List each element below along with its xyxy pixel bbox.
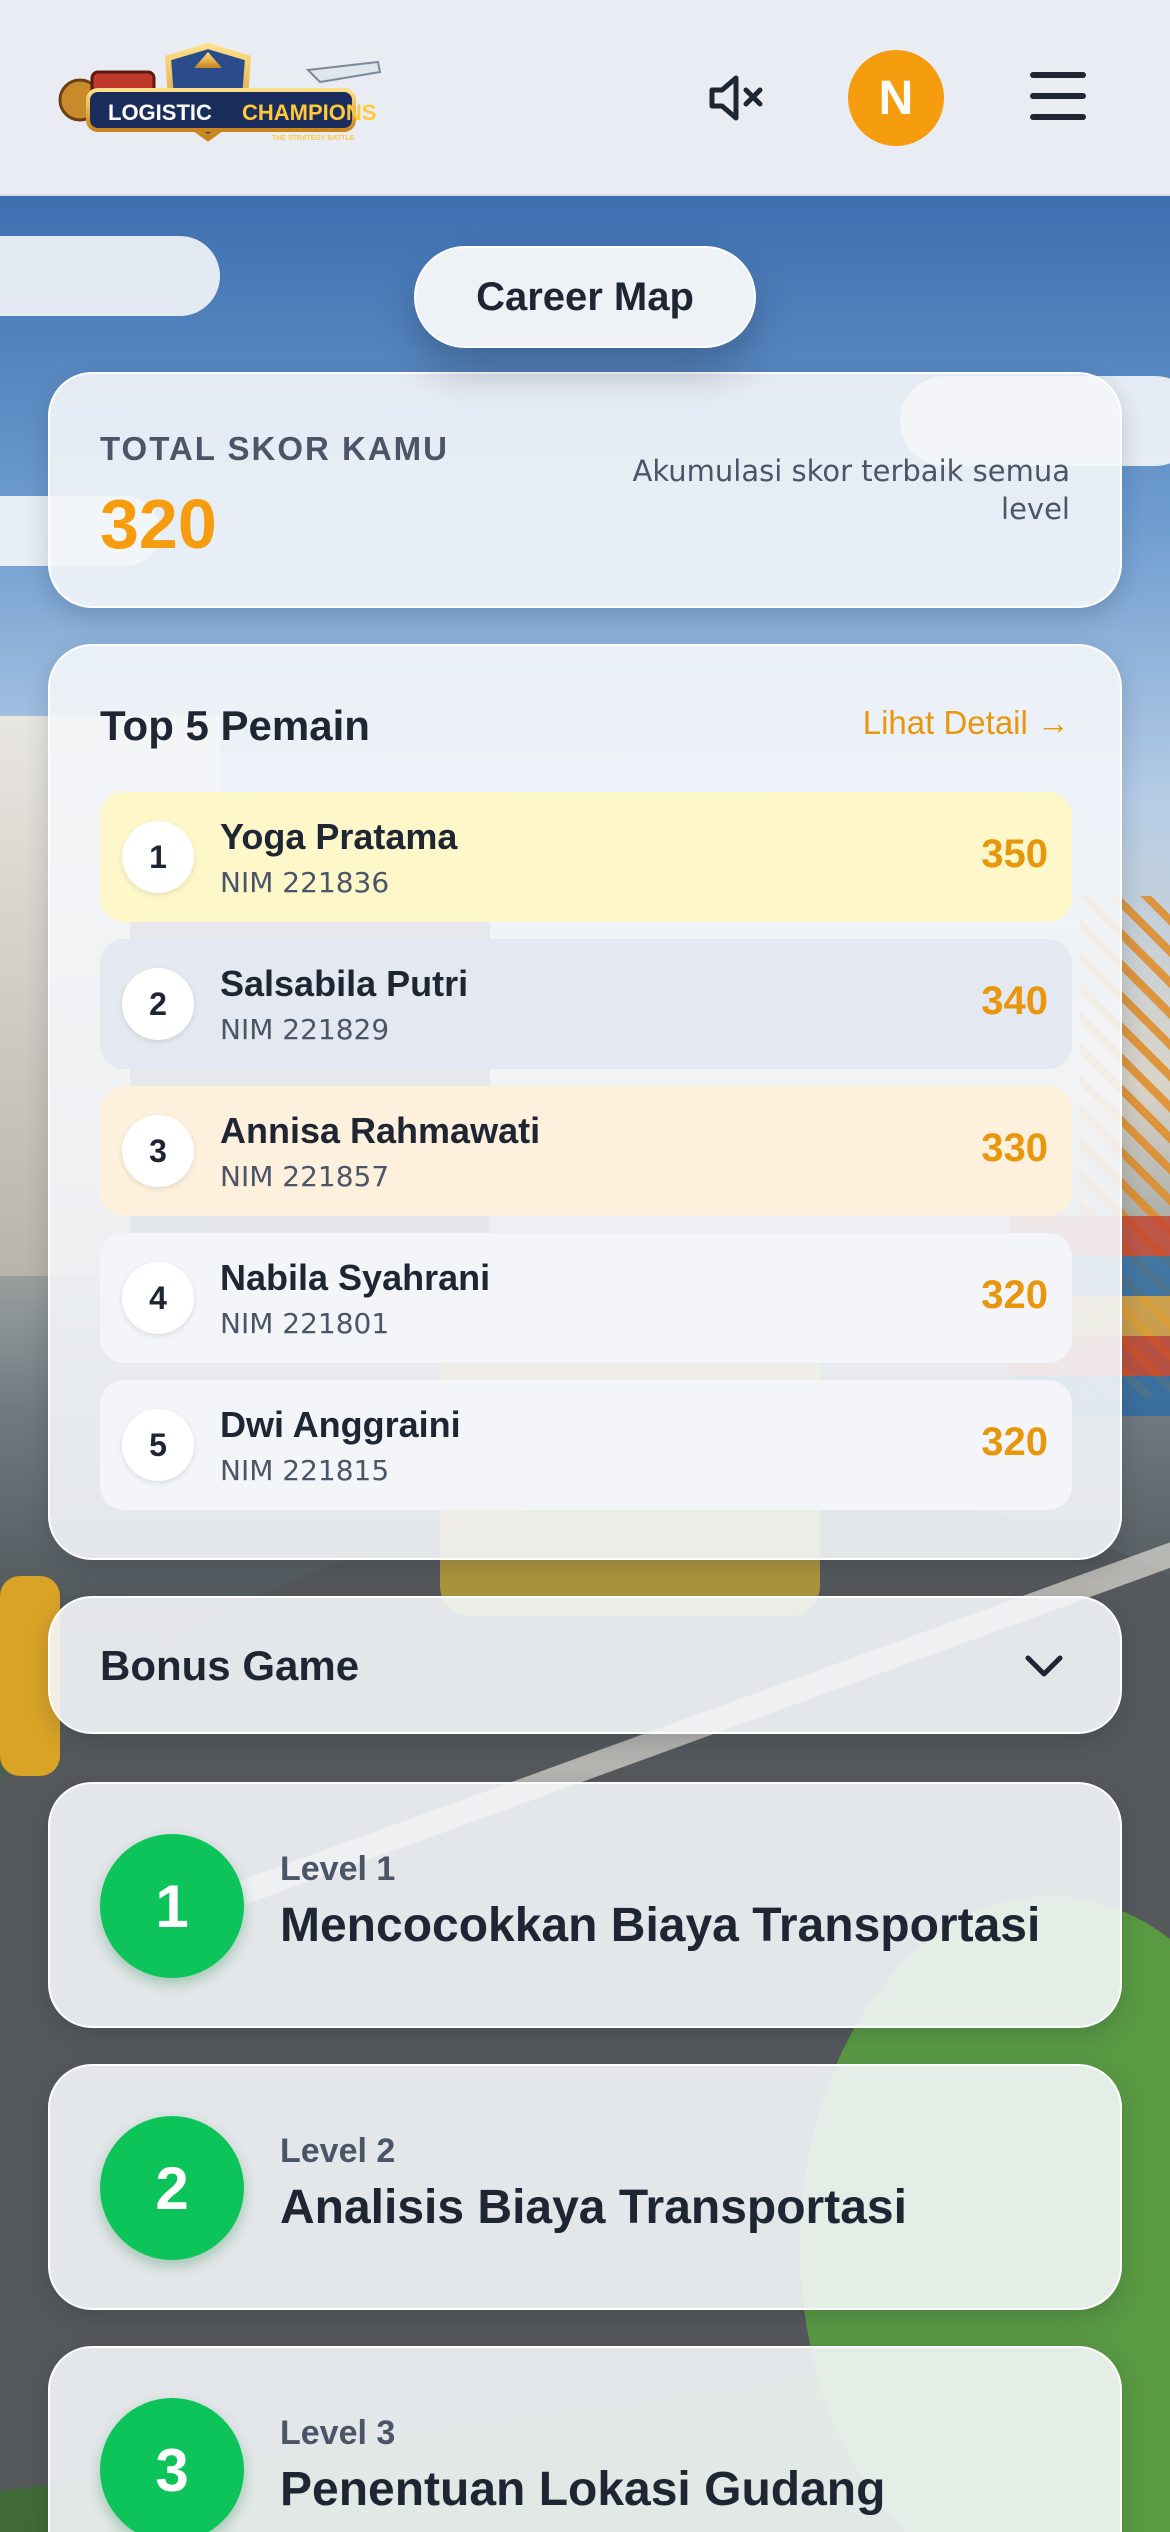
player-score: 320	[981, 1420, 1048, 1464]
volume-mute-icon	[709, 75, 763, 121]
hamburger-menu-icon[interactable]	[1030, 72, 1086, 120]
level-label: Level 2	[280, 2132, 396, 2170]
total-score-label: TOTAL SKOR KAMU	[100, 430, 449, 467]
rank-number: 5	[122, 1409, 194, 1481]
app-header: LOGISTIC CHAMPIONS THE STRATEGY BATTLE N	[0, 0, 1170, 196]
mute-button[interactable]	[706, 70, 766, 126]
game-logo[interactable]: LOGISTIC CHAMPIONS THE STRATEGY BATTLE	[58, 42, 384, 154]
leaderboard-row[interactable]: 5 Dwi Anggraini NIM 221815 320	[100, 1380, 1072, 1510]
leaderboard-card: Top 5 Pemain Lihat Detail → 1 Yoga Prata…	[48, 644, 1122, 1560]
player-nim: NIM 221836	[220, 866, 390, 899]
rank-number: 3	[122, 1115, 194, 1187]
level-card-1[interactable]: 1 Level 1 Mencocokkan Biaya Transportasi	[48, 1782, 1122, 2028]
player-name: Dwi Anggraini	[220, 1404, 461, 1445]
player-nim: NIM 221815	[220, 1454, 390, 1487]
player-name: Nabila Syahrani	[220, 1257, 491, 1298]
logo-graphic: LOGISTIC CHAMPIONS THE STRATEGY BATTLE	[58, 42, 382, 142]
player-name: Yoga Pratama	[220, 816, 458, 857]
level-name: Mencocokkan Biaya Transportasi	[280, 1899, 1041, 1952]
level-label: Level 1	[280, 1850, 396, 1888]
level-card-2[interactable]: 2 Level 2 Analisis Biaya Transportasi	[48, 2064, 1122, 2310]
player-name: Annisa Rahmawati	[220, 1110, 541, 1151]
player-nim: NIM 221857	[220, 1160, 390, 1193]
logo-text-left: LOGISTIC	[108, 100, 212, 125]
leaderboard-list: 1 Yoga Pratama NIM 221836 350 2 Salsabil…	[100, 792, 1072, 1527]
player-score: 340	[981, 979, 1048, 1023]
leaderboard-row[interactable]: 2 Salsabila Putri NIM 221829 340	[100, 939, 1072, 1069]
user-avatar[interactable]: N	[848, 50, 944, 146]
total-score-note: Akumulasi skor terbaik semua level	[632, 454, 1070, 526]
page-title: Career Map	[414, 246, 756, 348]
bonus-game-title: Bonus Game	[100, 1642, 360, 1689]
leaderboard-title: Top 5 Pemain	[100, 702, 370, 749]
rank-number: 4	[122, 1262, 194, 1334]
player-nim: NIM 221829	[220, 1013, 390, 1046]
level-card-3[interactable]: 3 Level 3 Penentuan Lokasi Gudang	[48, 2346, 1122, 2532]
bonus-game-toggle[interactable]: Bonus Game	[48, 1596, 1122, 1734]
leaderboard-row[interactable]: 3 Annisa Rahmawati NIM 221857 330	[100, 1086, 1072, 1216]
total-score-value: 320	[100, 485, 217, 563]
level-name: Analisis Biaya Transportasi	[280, 2181, 907, 2234]
chevron-down-icon	[1025, 1655, 1063, 1677]
logo-tagline: THE STRATEGY BATTLE	[272, 135, 355, 142]
leaderboard-row[interactable]: 4 Nabila Syahrani NIM 221801 320	[100, 1233, 1072, 1363]
player-name: Salsabila Putri	[220, 963, 469, 1004]
total-score-card: TOTAL SKOR KAMU 320 Akumulasi skor terba…	[48, 372, 1122, 608]
level-name: Penentuan Lokasi Gudang	[280, 2463, 886, 2516]
player-score: 330	[981, 1126, 1048, 1170]
level-number-badge: 1	[100, 1834, 244, 1978]
logo-text-right: CHAMPIONS	[242, 100, 376, 125]
level-number-badge: 3	[100, 2398, 244, 2532]
player-nim: NIM 221801	[220, 1307, 390, 1340]
level-label: Level 3	[280, 2414, 396, 2452]
view-detail-link[interactable]: Lihat Detail →	[863, 704, 1070, 742]
player-score: 350	[981, 832, 1048, 876]
rank-number: 2	[122, 968, 194, 1040]
level-number-badge: 2	[100, 2116, 244, 2260]
leaderboard-row[interactable]: 1 Yoga Pratama NIM 221836 350	[100, 792, 1072, 922]
rank-number: 1	[122, 821, 194, 893]
player-score: 320	[981, 1273, 1048, 1317]
